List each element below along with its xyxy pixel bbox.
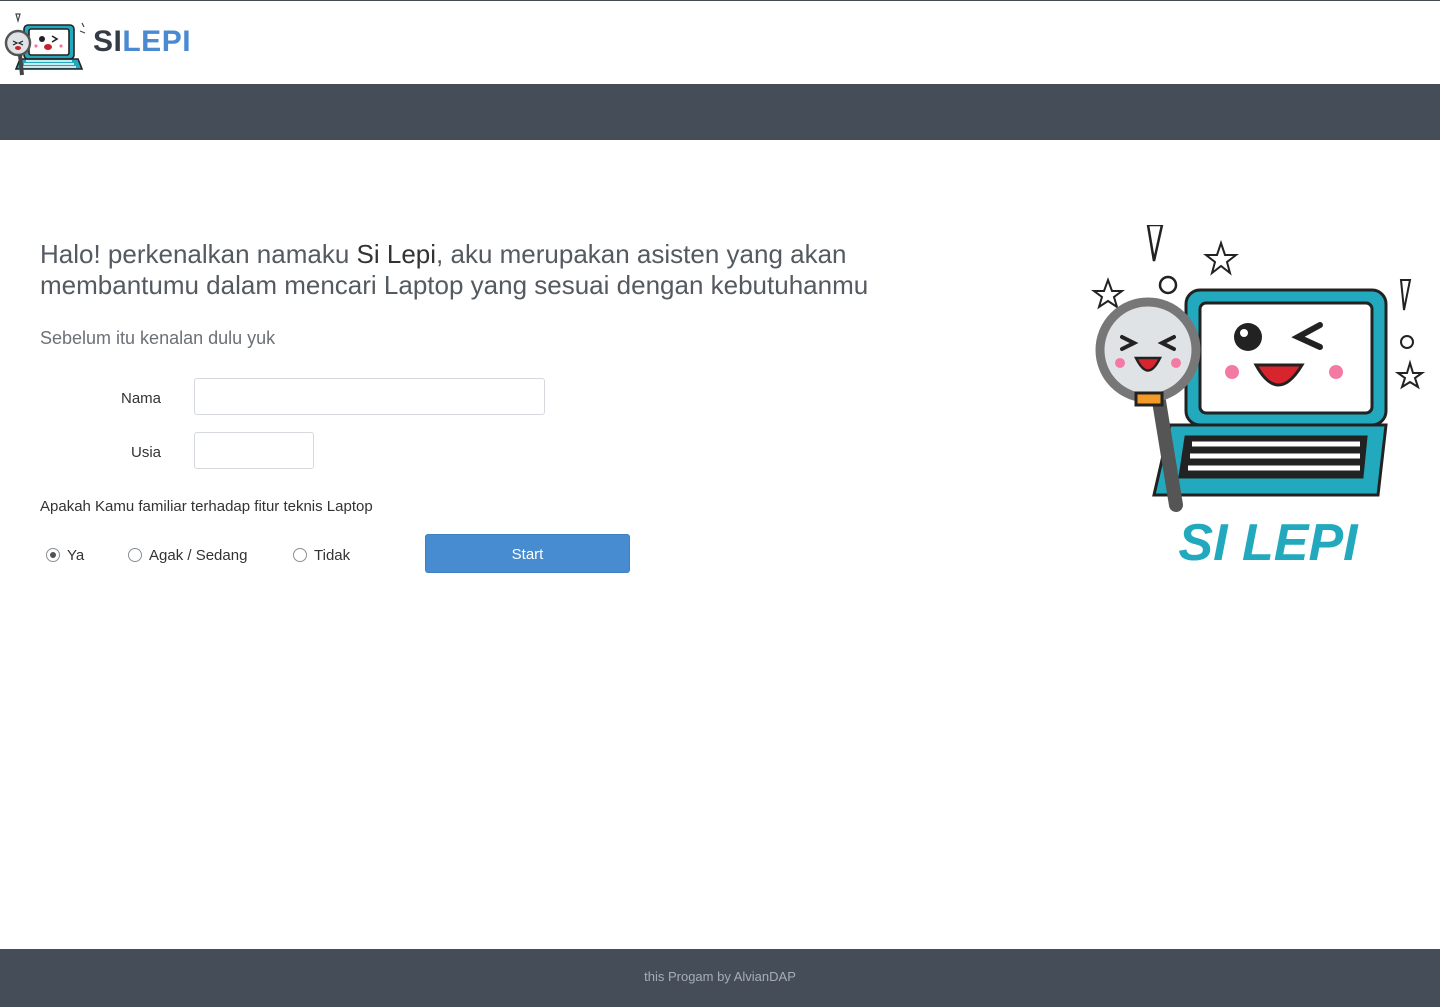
radio-button[interactable] [293,548,307,562]
laptop-mascot-icon[interactable] [2,11,86,79]
radio-option-tidak[interactable]: Tidak [293,544,350,566]
footer: this Progam by AlvianDAP [0,949,1440,1007]
brand-name-part1: SI [93,25,123,58]
intro-text-pre: Halo! perkenalkan namaku [40,239,357,269]
familiarity-radio-group: Ya Agak / Sedang Tidak [0,544,420,568]
mascot-title: SI LEPI [1178,514,1359,570]
subtitle: Sebelum itu kenalan dulu yuk [40,328,276,348]
si-lepi-mascot-illustration: SI LEPI [1091,225,1426,570]
usia-label: Usia [130,444,161,461]
radio-option-agak-sedang[interactable]: Agak / Sedang [128,544,247,566]
radio-label-agak-sedang: Agak / Sedang [149,546,248,564]
nama-label: Nama [120,390,161,407]
radio-button[interactable] [128,548,142,562]
start-button[interactable]: Start [425,534,630,573]
nama-input[interactable] [194,378,545,415]
navbar [0,84,1440,140]
intro-assistant-name: Si Lepi [356,239,437,269]
brand-name[interactable]: SILEPI [93,25,191,59]
familiarity-question: Apakah Kamu familiar terhadap fitur tekn… [40,498,373,515]
intro-heading: Halo! perkenalkan namaku Si Lepi, aku me… [40,239,920,301]
brand-name-part2: LEPI [122,25,192,58]
usia-input[interactable] [194,432,314,469]
main-content: Halo! perkenalkan namaku Si Lepi, aku me… [0,140,1440,949]
header: SILEPI [0,1,1440,84]
radio-option-ya[interactable]: Ya [46,544,84,566]
radio-button-checked[interactable] [46,548,60,562]
radio-label-ya: Ya [67,546,85,564]
radio-label-tidak: Tidak [314,546,351,564]
footer-credit: this Progam by AlvianDAP [644,969,796,984]
